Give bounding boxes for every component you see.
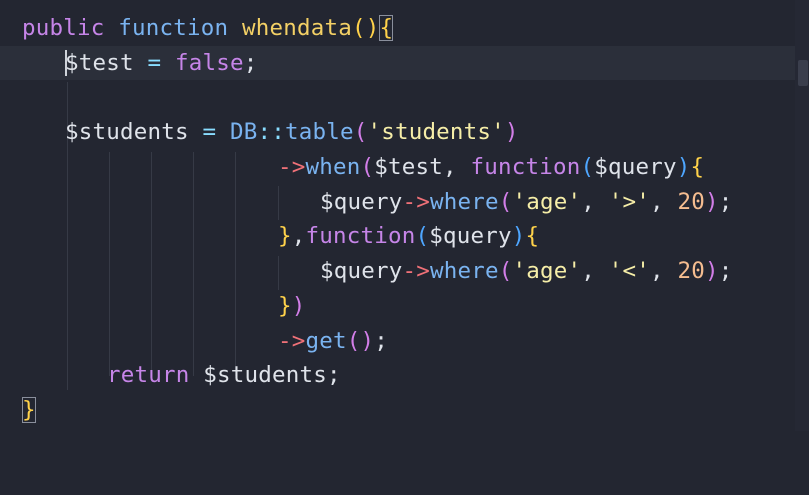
code-token: public	[22, 15, 105, 41]
code-token: )	[704, 189, 719, 215]
code-line-text: })	[278, 289, 306, 323]
code-token: {	[525, 223, 540, 249]
code-line-8[interactable]: $query->where('age', '<', 20);	[0, 254, 795, 288]
code-token: $students	[203, 362, 327, 388]
code-token: ,	[649, 258, 678, 284]
code-token: 'age'	[512, 258, 582, 284]
code-token: table	[284, 119, 354, 145]
code-line-2-active[interactable]: $test = false;	[0, 46, 795, 80]
code-line-7[interactable]: },function($query){	[0, 219, 795, 253]
code-line-text: $students = DB::table('students')	[65, 115, 519, 149]
code-token: DB	[229, 119, 258, 145]
code-token: ,	[581, 189, 609, 215]
code-token: '>'	[608, 189, 650, 215]
code-token: function	[470, 154, 581, 180]
code-token: $query	[320, 258, 403, 284]
code-line-text: return $students;	[107, 358, 341, 392]
code-token: (	[498, 189, 513, 215]
code-token: '<'	[608, 258, 650, 284]
code-token: whendata	[241, 15, 352, 41]
code-token: ,	[442, 154, 471, 180]
code-token: =	[133, 50, 175, 76]
code-token: when	[305, 154, 361, 180]
code-token: ()	[351, 15, 380, 41]
code-token: 'students'	[367, 119, 505, 145]
code-token: where	[429, 258, 499, 284]
text-cursor	[65, 50, 67, 76]
code-token: function	[305, 223, 416, 249]
code-token: ,	[581, 258, 609, 284]
code-token: (	[415, 223, 430, 249]
code-line-4[interactable]: $students = DB::table('students')	[0, 115, 795, 149]
code-token: )	[291, 293, 306, 319]
code-token: 'age'	[512, 189, 582, 215]
code-token: )	[704, 258, 719, 284]
code-token: }	[278, 223, 292, 249]
code-token: ->	[402, 258, 430, 284]
code-token: ::	[257, 119, 285, 145]
code-line-5[interactable]: ->when($test, function($query){	[0, 150, 795, 184]
code-token: ;	[718, 258, 733, 284]
code-line-text: public function whendata(){	[22, 11, 394, 45]
code-token: ,	[649, 189, 678, 215]
code-token: {	[690, 154, 705, 180]
vertical-scrollbar[interactable]	[795, 0, 809, 431]
code-token: function	[118, 15, 229, 41]
code-line-12[interactable]: }	[0, 393, 795, 427]
code-line-text: ->when($test, function($query){	[278, 150, 704, 184]
code-token: return	[107, 362, 190, 388]
code-line-9[interactable]: })	[0, 289, 795, 323]
code-token: $test	[374, 154, 443, 180]
code-line-6[interactable]: $query->where('age', '>', 20);	[0, 185, 795, 219]
code-token: false	[174, 50, 244, 76]
code-token: ->	[278, 328, 306, 354]
code-line-text: $query->where('age', '<', 20);	[320, 254, 732, 288]
code-token: $query	[429, 223, 512, 249]
matched-brace: }	[22, 397, 36, 423]
code-token: }	[278, 293, 292, 319]
code-token: ;	[326, 362, 341, 388]
code-token: $query	[320, 189, 403, 215]
code-token: ,	[291, 223, 306, 249]
code-token: ;	[718, 189, 733, 215]
code-line-10[interactable]: ->get();	[0, 324, 795, 358]
code-line-text: },function($query){	[278, 219, 539, 253]
code-line-3[interactable]	[0, 81, 795, 115]
code-token: 20	[677, 258, 705, 284]
code-token: ;	[243, 50, 258, 76]
matched-brace: {	[379, 15, 394, 41]
code-token: $test	[65, 50, 134, 76]
code-token: =	[188, 119, 230, 145]
code-token: )	[676, 154, 691, 180]
code-token: ->	[278, 154, 306, 180]
code-token: $students	[65, 119, 189, 145]
code-token: ()	[346, 328, 375, 354]
code-token: $query	[594, 154, 677, 180]
code-token: 20	[677, 189, 705, 215]
code-line-text: ->get();	[278, 324, 388, 358]
code-editor[interactable]: public function whendata(){ $test = fals…	[0, 0, 809, 431]
code-token: (	[353, 119, 368, 145]
code-token: (	[498, 258, 513, 284]
code-token: )	[511, 223, 526, 249]
code-token: ->	[402, 189, 430, 215]
code-token: (	[580, 154, 595, 180]
code-token: where	[429, 189, 499, 215]
code-token: ;	[374, 328, 388, 354]
code-line-text: $query->where('age', '>', 20);	[320, 185, 732, 219]
code-line-1[interactable]: public function whendata(){	[0, 11, 795, 45]
code-token: )	[504, 119, 519, 145]
code-line-text: $test = false;	[65, 46, 257, 80]
scrollbar-thumb[interactable]	[798, 60, 808, 86]
code-token: (	[360, 154, 375, 180]
code-line-text: }	[22, 393, 36, 427]
code-token: get	[305, 328, 347, 354]
code-line-11[interactable]: return $students;	[0, 358, 795, 392]
